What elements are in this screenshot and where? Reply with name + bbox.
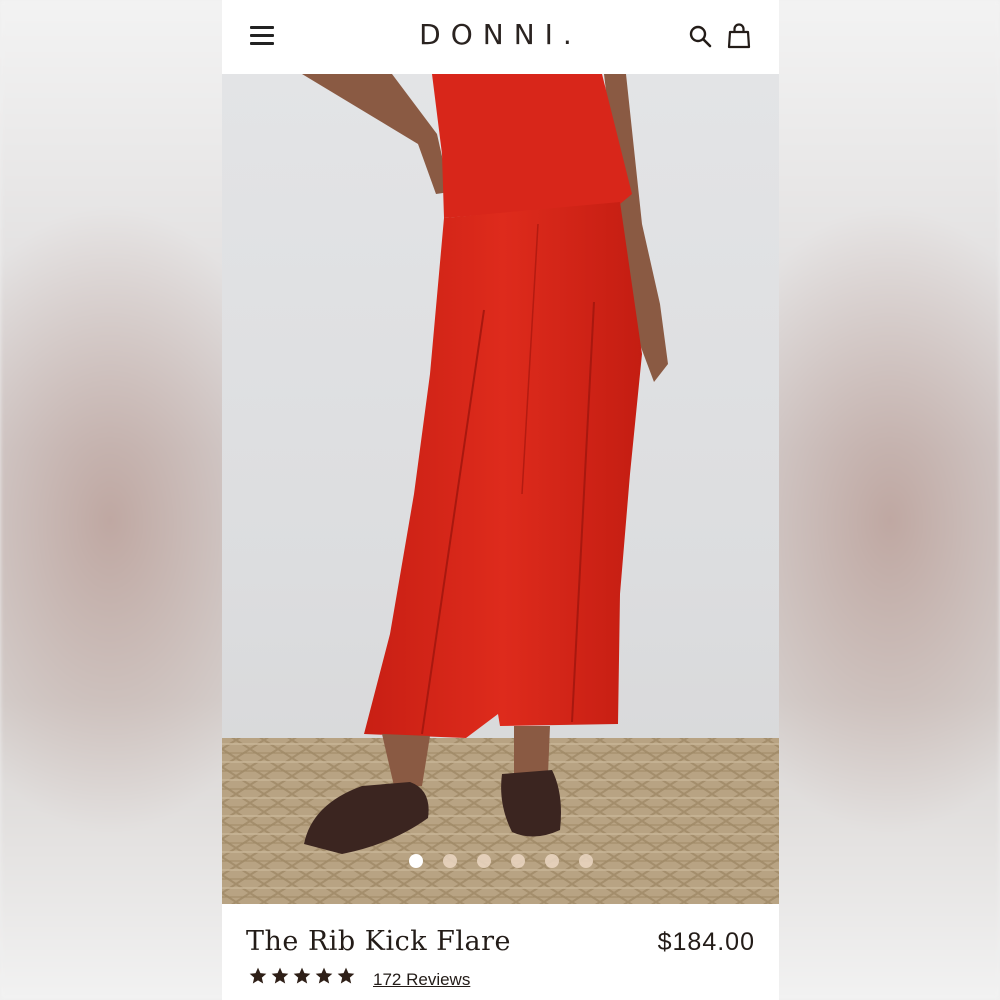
site-header: DONNI.	[222, 0, 779, 74]
gallery-dot-4[interactable]	[510, 854, 525, 868]
shopping-bag-icon[interactable]	[727, 23, 751, 49]
gallery-pagination	[222, 854, 779, 868]
gallery-dot-5[interactable]	[544, 854, 559, 868]
star-rating	[248, 966, 358, 986]
gallery-dot-1[interactable]	[408, 854, 423, 868]
product-title: The Rib Kick Flare	[246, 926, 512, 957]
star-icon	[315, 967, 333, 984]
search-icon[interactable]	[688, 24, 712, 48]
star-icon	[337, 967, 355, 984]
reviews-link[interactable]: 172 Reviews	[373, 970, 470, 990]
star-icon	[271, 967, 289, 984]
right-shoe-shape	[501, 770, 561, 837]
phone-screen: DONNI. The Rib Kick Flare $184.00 172 Re…	[222, 0, 779, 1000]
gallery-dot-2[interactable]	[442, 854, 457, 868]
product-price: $184.00	[657, 928, 755, 956]
product-photo-illustration	[222, 74, 779, 904]
gallery-dot-6[interactable]	[578, 854, 593, 868]
product-image[interactable]	[222, 74, 779, 904]
star-icon	[293, 967, 311, 984]
gallery-dot-3[interactable]	[476, 854, 491, 868]
star-icon	[249, 967, 267, 984]
pants-shape	[364, 202, 642, 738]
product-info: The Rib Kick Flare $184.00 172 Reviews	[222, 904, 779, 1000]
